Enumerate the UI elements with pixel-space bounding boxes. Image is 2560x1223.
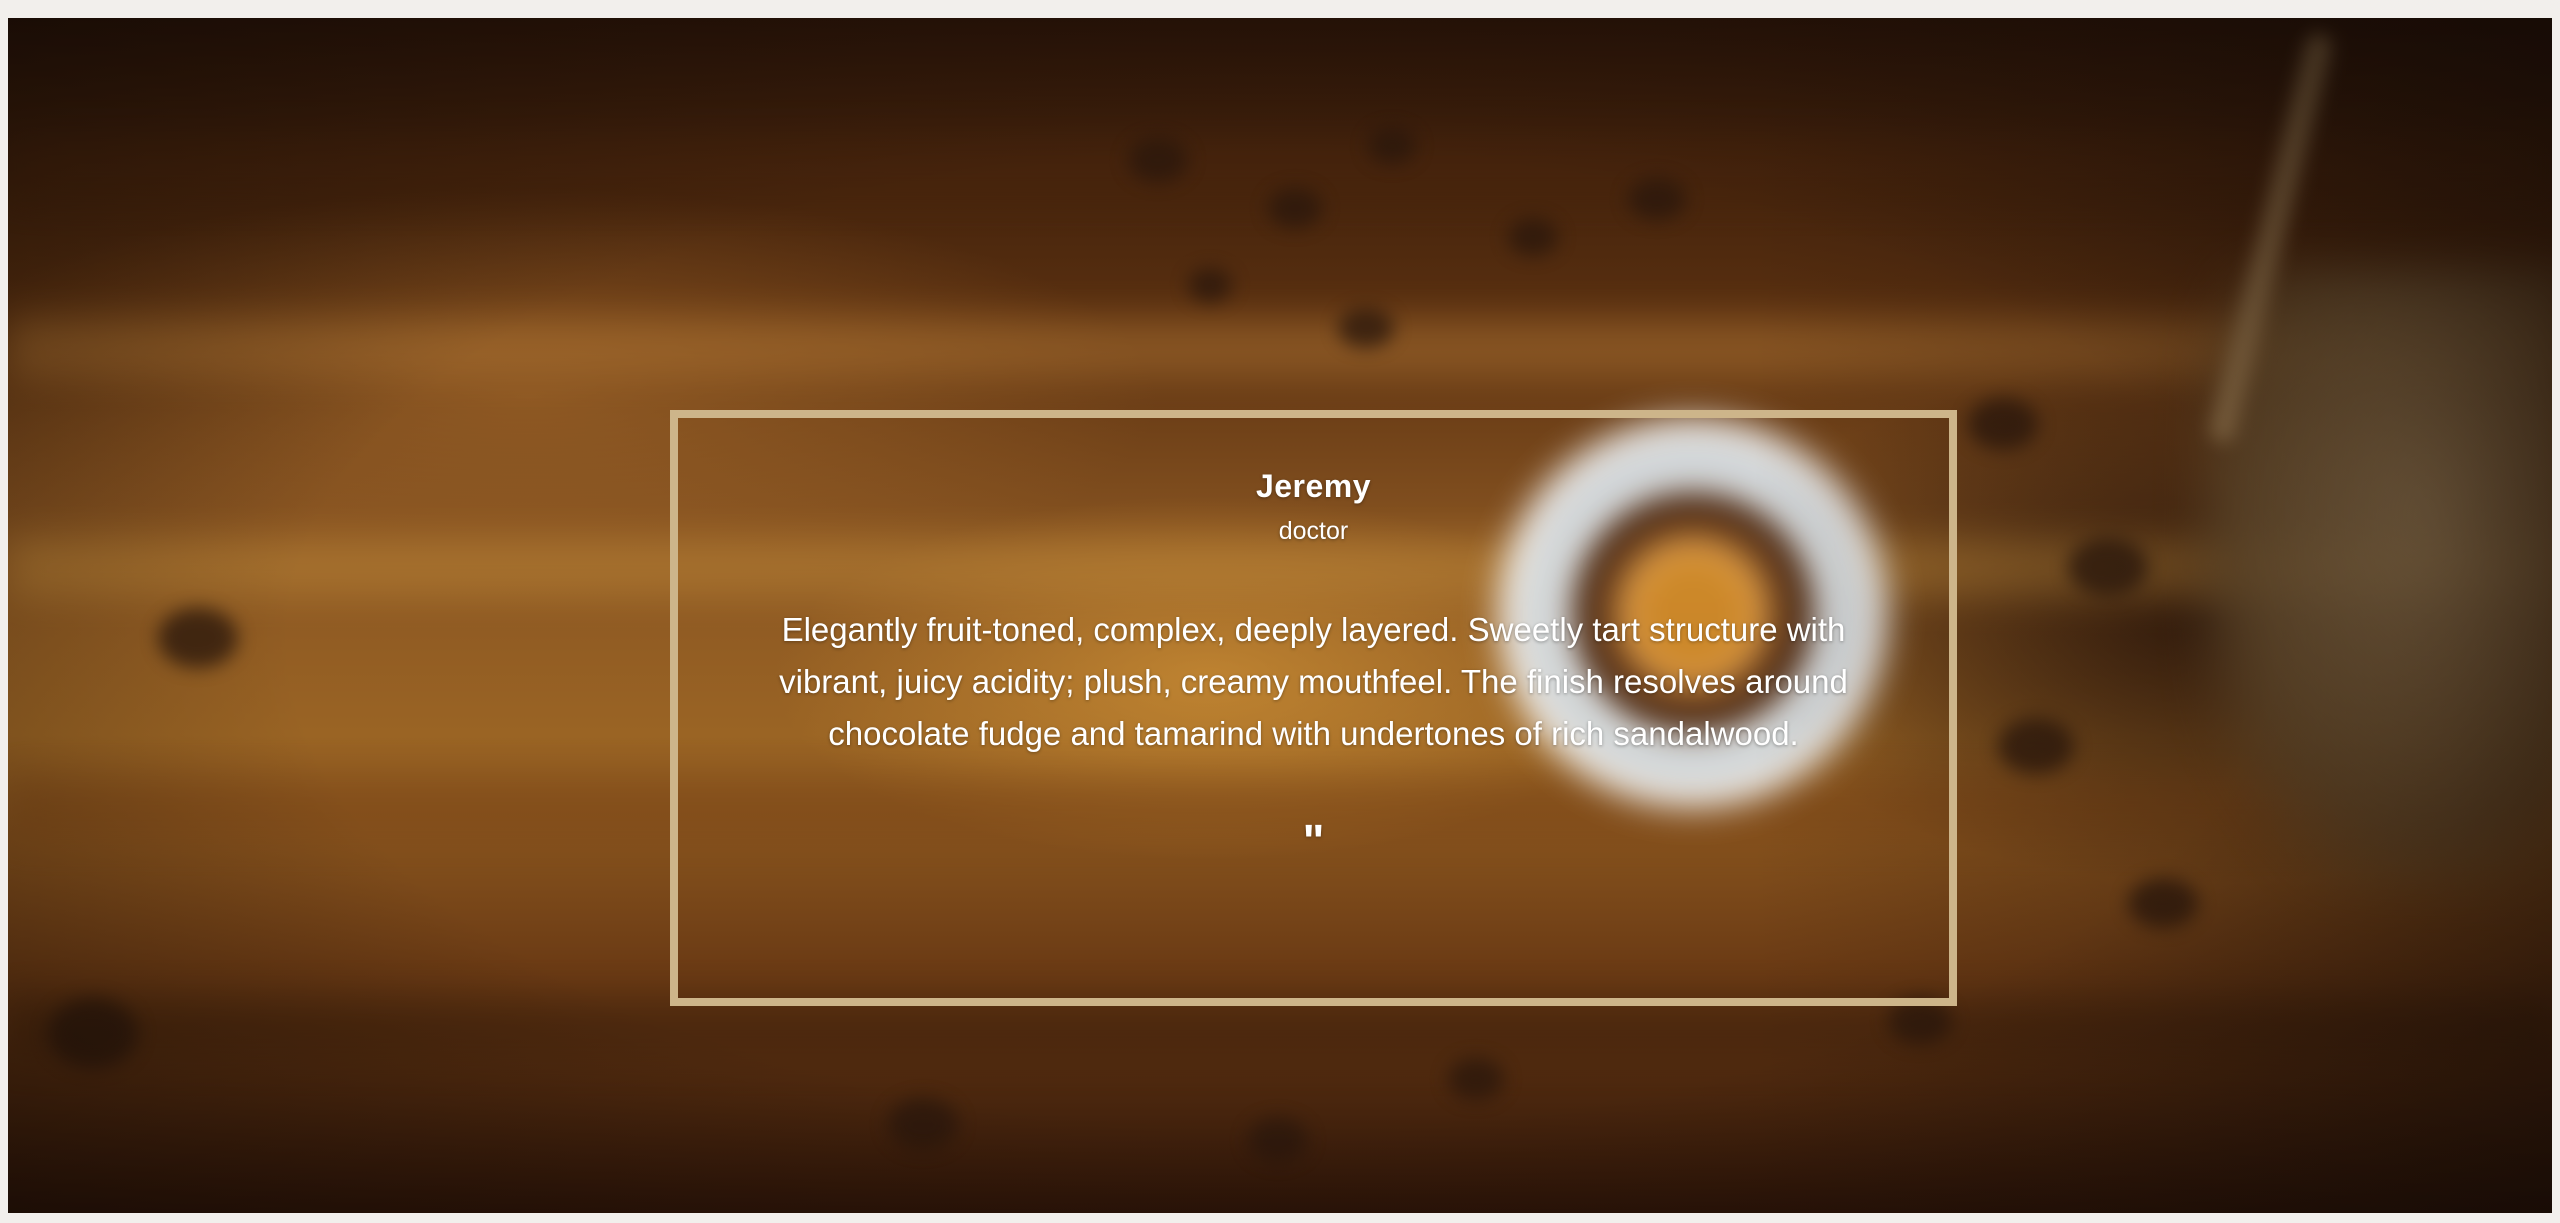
testimonial-author-role: doctor (1278, 517, 1349, 545)
testimonial-author-name: Jeremy (1255, 468, 1372, 504)
quote-mark-icon: " (1302, 815, 1325, 867)
page: Jeremy doctor Elegantly fruit-toned, com… (0, 0, 2560, 1223)
testimonial-quote: Elegantly fruit-toned, complex, deeply l… (779, 611, 1848, 752)
testimonial-card: Jeremy doctor Elegantly fruit-toned, com… (670, 410, 1957, 1006)
